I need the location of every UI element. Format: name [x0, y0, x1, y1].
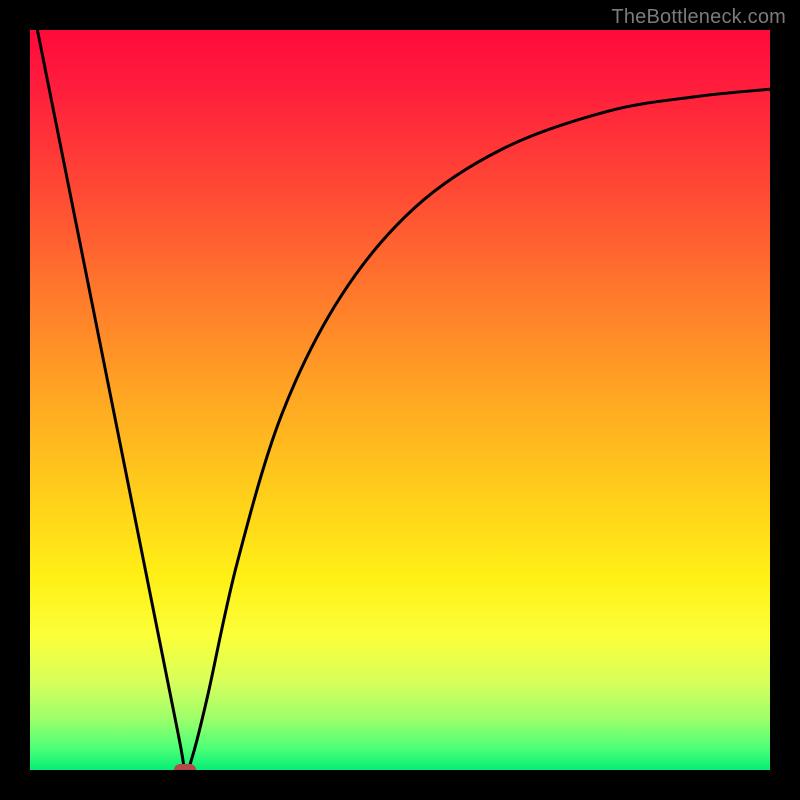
bottleneck-curve: [30, 30, 770, 770]
plot-area: [30, 30, 770, 770]
chart-frame: TheBottleneck.com: [0, 0, 800, 800]
watermark-text: TheBottleneck.com: [611, 6, 786, 29]
optimum-marker: [174, 764, 196, 770]
curve-path: [30, 30, 770, 770]
